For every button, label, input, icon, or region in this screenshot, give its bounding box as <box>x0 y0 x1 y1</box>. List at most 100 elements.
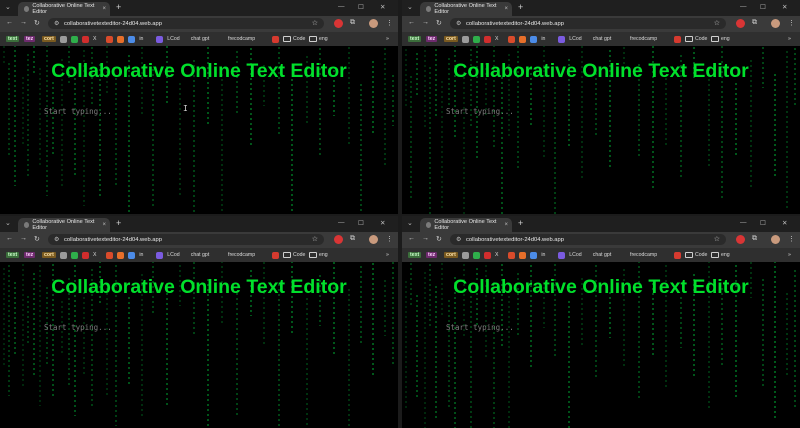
bookmark-chip[interactable]: cort <box>444 35 458 43</box>
bookmark-star-icon[interactable]: ☆ <box>714 235 720 243</box>
bookmark-link[interactable]: chat gpt <box>593 35 611 43</box>
new-tab-button[interactable]: + <box>518 2 523 12</box>
close-window-icon[interactable]: ✕ <box>782 219 787 227</box>
bookmark-folder[interactable]: eng <box>711 35 730 43</box>
more-bookmarks-icon[interactable]: » <box>788 35 791 43</box>
extensions-puzzle-icon[interactable]: ⧉ <box>350 19 355 27</box>
new-tab-button[interactable]: + <box>116 218 121 228</box>
bookmark-chip[interactable]: cort <box>42 35 56 43</box>
text-editor[interactable]: Start typing... <box>446 317 776 427</box>
profile-avatar[interactable] <box>771 235 780 244</box>
bookmark-favicon-icon[interactable] <box>60 35 69 43</box>
address-bar[interactable]: ⚙ collaborativetexteditor-24d04.web.app … <box>48 18 324 29</box>
bookmark-link[interactable]: X <box>495 251 498 259</box>
bookmark-folder[interactable]: Code <box>685 35 707 43</box>
tab-close-icon[interactable]: × <box>102 6 106 12</box>
bookmark-link[interactable]: frecodcamp <box>630 251 657 259</box>
reload-icon[interactable]: ↻ <box>34 19 40 27</box>
bookmark-chip[interactable]: tez <box>426 35 438 43</box>
bookmark-chip[interactable]: text <box>6 35 20 43</box>
back-icon[interactable]: ← <box>408 19 415 26</box>
bookmark-link[interactable]: chat gpt <box>593 251 611 259</box>
active-tab[interactable]: Collaborative Online Text Editor × <box>420 2 512 16</box>
address-bar[interactable]: ⚙ collaborativetexteditor-24d04.web.app … <box>48 234 324 245</box>
close-window-icon[interactable]: ✕ <box>380 3 385 11</box>
bookmark-favicon-icon[interactable] <box>128 251 137 259</box>
site-info-icon[interactable]: ⚙ <box>54 20 59 27</box>
bookmark-favicon-icon[interactable] <box>674 251 683 259</box>
bookmark-favicon-icon[interactable] <box>462 251 471 259</box>
bookmark-folder[interactable]: Code <box>685 251 707 259</box>
new-tab-button[interactable]: + <box>116 2 121 12</box>
extension-icon[interactable] <box>334 235 343 244</box>
bookmark-favicon-icon[interactable] <box>60 251 69 259</box>
bookmark-chip[interactable]: text <box>6 251 20 259</box>
bookmark-favicon-icon[interactable] <box>674 35 683 43</box>
bookmark-favicon-icon[interactable] <box>82 35 91 43</box>
bookmark-favicon-icon[interactable] <box>558 251 567 259</box>
bookmark-folder[interactable]: Code <box>283 35 305 43</box>
site-info-icon[interactable]: ⚙ <box>456 236 461 243</box>
active-tab[interactable]: Collaborative Online Text Editor × <box>18 218 110 232</box>
bookmark-favicon-icon[interactable] <box>82 251 91 259</box>
bookmark-favicon-icon[interactable] <box>462 35 471 43</box>
back-icon[interactable]: ← <box>6 19 13 26</box>
bookmark-favicon-icon[interactable] <box>71 251 80 259</box>
minimize-icon[interactable]: — <box>740 219 747 226</box>
extensions-puzzle-icon[interactable]: ⧉ <box>350 235 355 243</box>
reload-icon[interactable]: ↻ <box>436 19 442 27</box>
bookmark-link[interactable]: X <box>93 251 96 259</box>
forward-icon[interactable]: → <box>422 19 429 26</box>
active-tab[interactable]: Collaborative Online Text Editor × <box>18 2 110 16</box>
forward-icon[interactable]: → <box>422 235 429 242</box>
bookmark-link[interactable]: LCod <box>569 251 581 259</box>
forward-icon[interactable]: → <box>20 235 27 242</box>
minimize-icon[interactable]: — <box>338 3 345 10</box>
tab-search-icon[interactable]: ⌄ <box>407 219 413 227</box>
more-bookmarks-icon[interactable]: » <box>386 251 389 259</box>
extension-icon[interactable] <box>736 19 745 28</box>
bookmark-link[interactable]: chat gpt <box>191 35 209 43</box>
minimize-icon[interactable]: — <box>740 3 747 10</box>
tab-close-icon[interactable]: × <box>102 222 106 228</box>
bookmark-folder[interactable]: eng <box>309 35 328 43</box>
bookmark-link[interactable]: X <box>93 35 96 43</box>
bookmark-link[interactable]: LCod <box>167 35 179 43</box>
browser-menu-icon[interactable]: ⋮ <box>788 235 795 243</box>
tab-search-icon[interactable]: ⌄ <box>407 3 413 11</box>
bookmark-favicon-icon[interactable] <box>530 35 539 43</box>
text-editor[interactable]: Start typing... <box>44 317 374 427</box>
bookmark-favicon-icon[interactable] <box>519 251 528 259</box>
bookmark-chip[interactable]: tez <box>426 251 438 259</box>
bookmark-chip[interactable]: cort <box>42 251 56 259</box>
close-window-icon[interactable]: ✕ <box>380 219 385 227</box>
bookmark-link[interactable]: in <box>541 251 545 259</box>
extensions-puzzle-icon[interactable]: ⧉ <box>752 235 757 243</box>
browser-menu-icon[interactable]: ⋮ <box>386 19 393 27</box>
bookmark-link[interactable]: frecodcamp <box>228 35 255 43</box>
more-bookmarks-icon[interactable]: » <box>788 251 791 259</box>
bookmark-link[interactable]: in <box>139 251 143 259</box>
reload-icon[interactable]: ↻ <box>436 235 442 243</box>
text-editor[interactable]: Start typing... <box>44 101 374 211</box>
maximize-icon[interactable]: ☐ <box>760 219 766 227</box>
extensions-puzzle-icon[interactable]: ⧉ <box>752 19 757 27</box>
profile-avatar[interactable] <box>771 19 780 28</box>
bookmark-folder[interactable]: eng <box>309 251 328 259</box>
back-icon[interactable]: ← <box>6 235 13 242</box>
bookmark-link[interactable]: frecodcamp <box>630 35 657 43</box>
bookmark-favicon-icon[interactable] <box>117 251 126 259</box>
bookmark-favicon-icon[interactable] <box>473 35 482 43</box>
reload-icon[interactable]: ↻ <box>34 235 40 243</box>
extension-icon[interactable] <box>334 19 343 28</box>
more-bookmarks-icon[interactable]: » <box>386 35 389 43</box>
bookmark-chip[interactable]: cort <box>444 251 458 259</box>
site-info-icon[interactable]: ⚙ <box>456 20 461 27</box>
tab-close-icon[interactable]: × <box>504 222 508 228</box>
bookmark-favicon-icon[interactable] <box>156 251 165 259</box>
bookmark-link[interactable]: LCod <box>569 35 581 43</box>
bookmark-favicon-icon[interactable] <box>508 35 517 43</box>
bookmark-star-icon[interactable]: ☆ <box>714 19 720 27</box>
new-tab-button[interactable]: + <box>518 218 523 228</box>
bookmark-favicon-icon[interactable] <box>272 251 281 259</box>
